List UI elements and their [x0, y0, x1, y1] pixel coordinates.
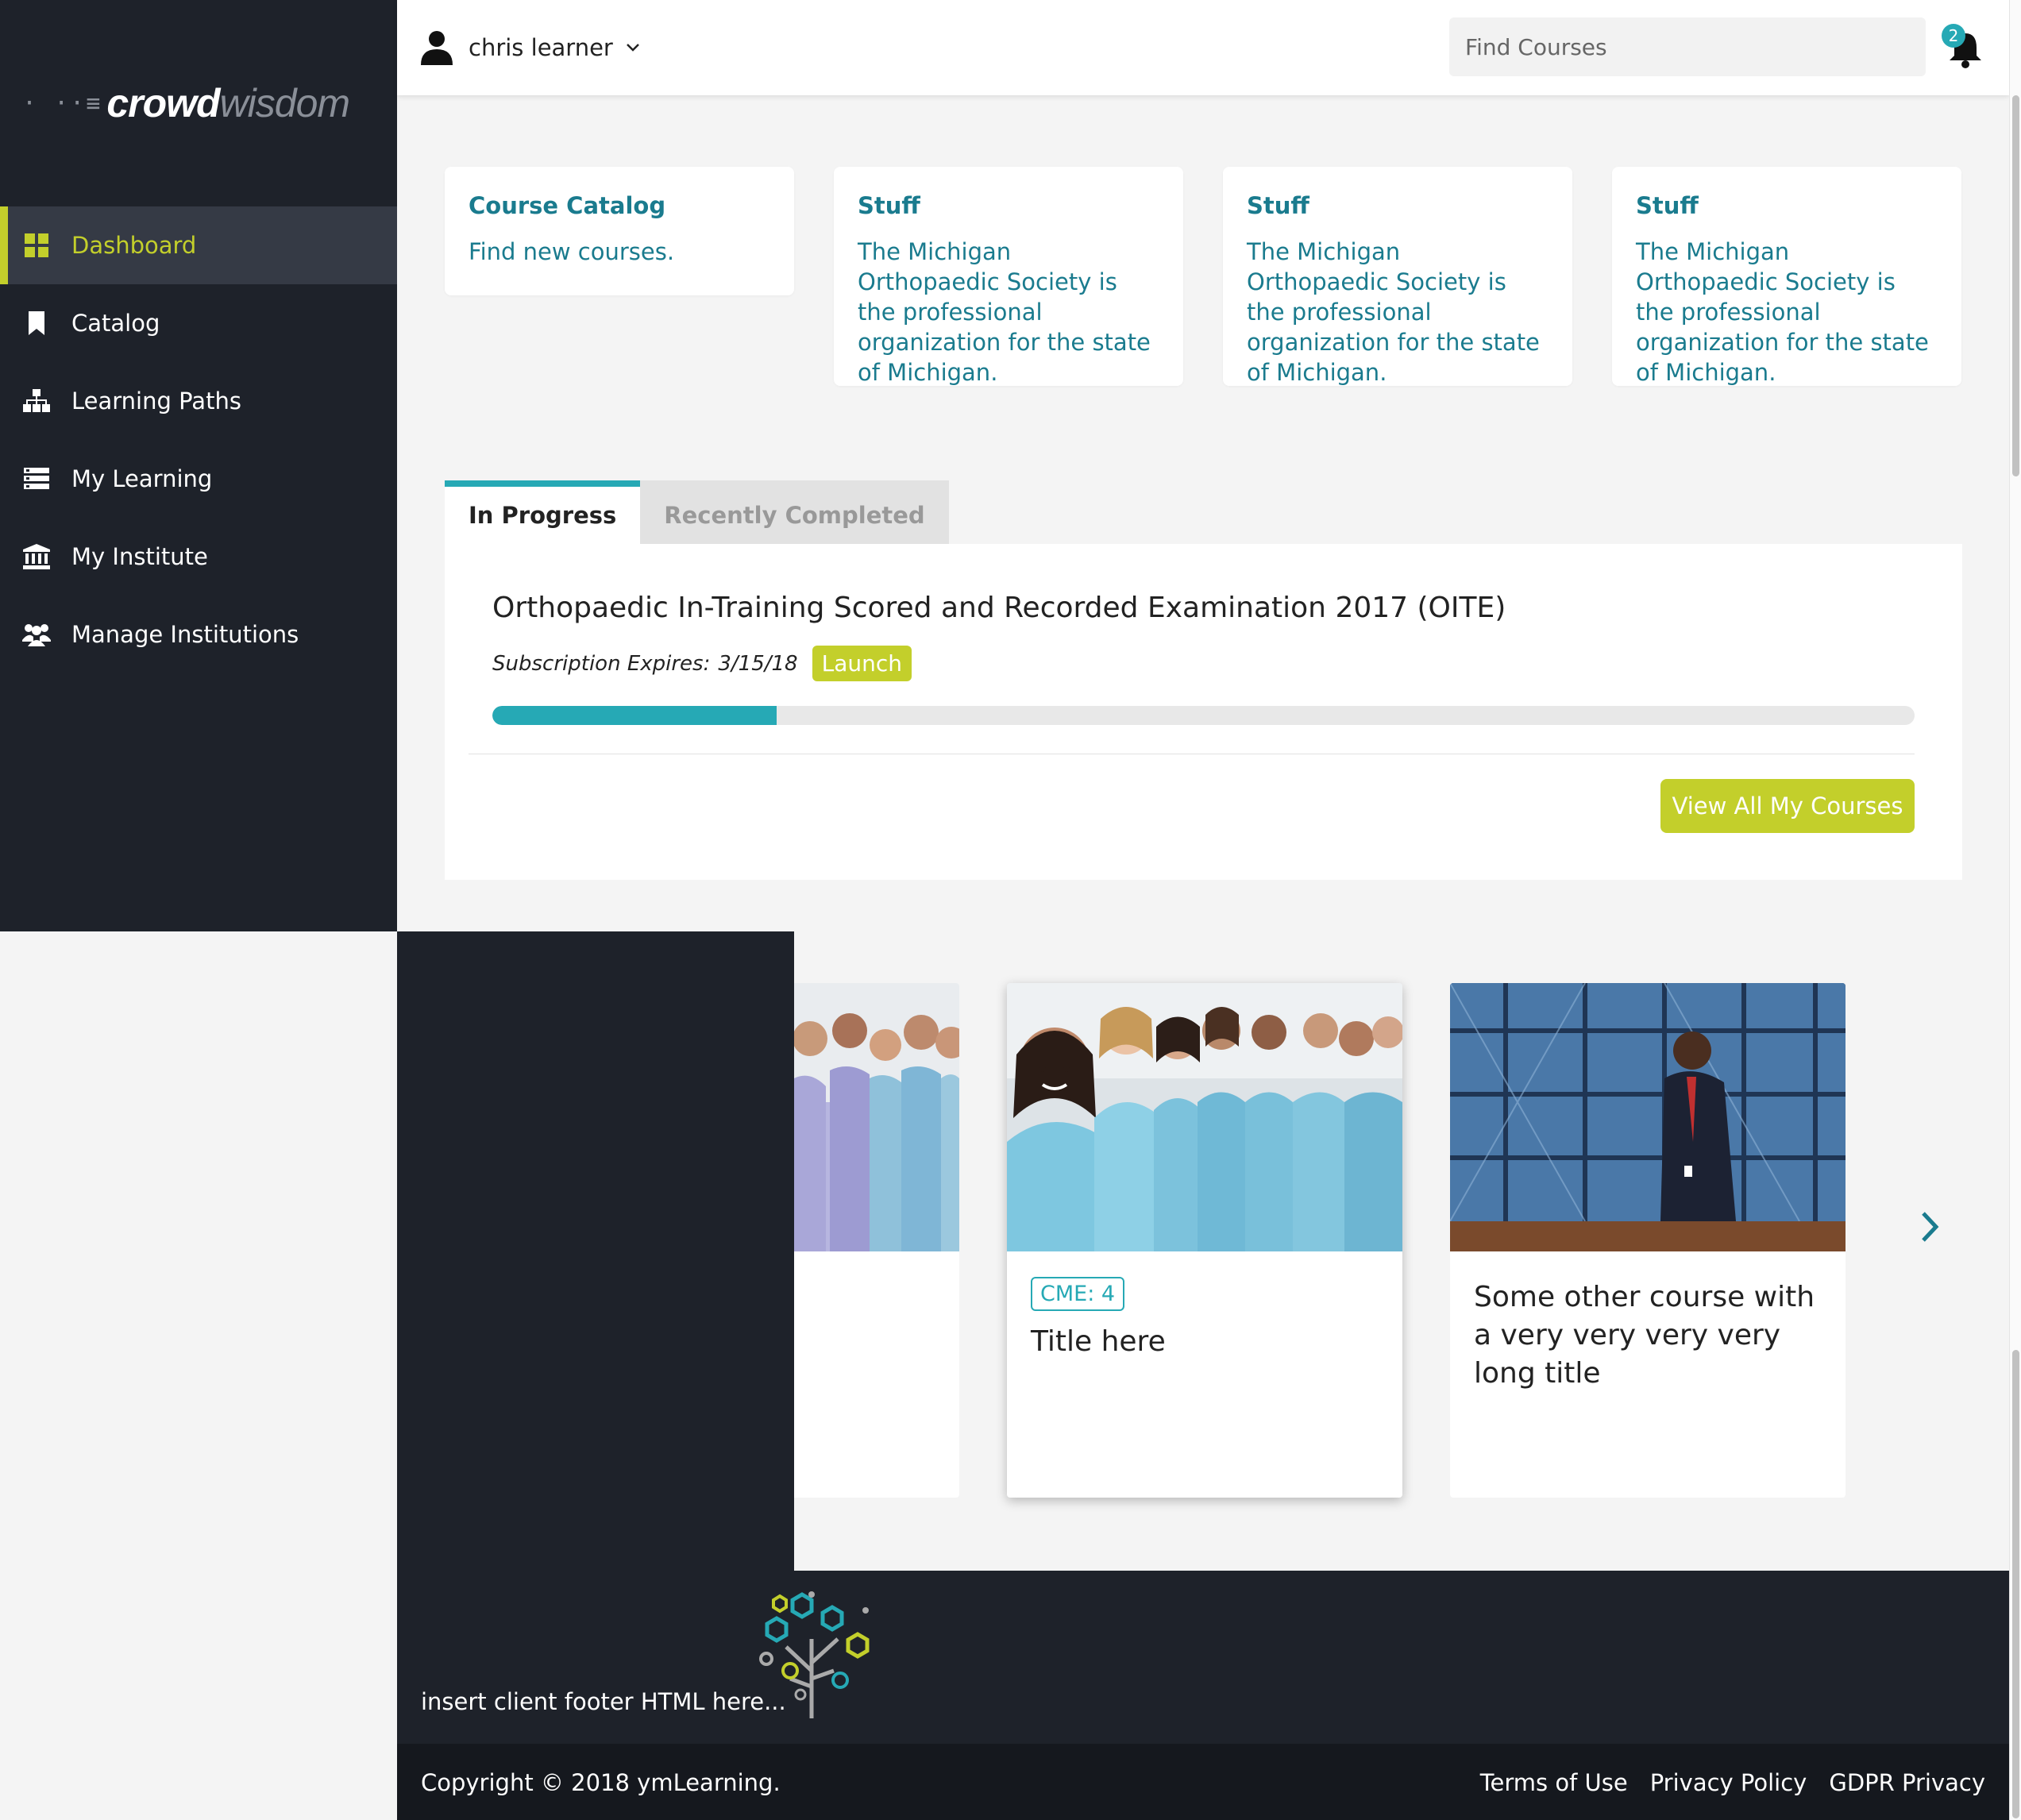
info-card-title: Course Catalog [469, 192, 666, 219]
top-header: chris learner 2 [397, 0, 2009, 95]
footer-links: Terms of Use Privacy Policy GDPR Privacy [1480, 1769, 1985, 1796]
bookmark-icon [22, 309, 51, 337]
crowdwisdom-logo[interactable]: · ··≡ crowd wisdom [22, 79, 350, 127]
course-card[interactable]: CME: 4 Title here [1007, 983, 1402, 1498]
sidebar-item-learning-paths[interactable]: Learning Paths [0, 362, 397, 440]
list-icon [22, 465, 51, 493]
view-all-courses-button[interactable]: View All My Courses [1660, 779, 1915, 833]
course-image-businessman [1450, 983, 1846, 1251]
page-scrollbar[interactable] [2009, 0, 2021, 1820]
subscription-label: Subscription Expires: [492, 651, 711, 676]
sidebar-item-label: My Institute [71, 543, 208, 570]
course-card[interactable]: Some other course with a very very very … [1450, 983, 1846, 1498]
logo-text-crowd: crowd [106, 81, 220, 125]
subscription-date: 3/15/18 [718, 651, 798, 676]
users-icon [22, 620, 51, 649]
sidebar-item-label: Learning Paths [71, 388, 241, 415]
info-card-stuff[interactable]: Stuff The Michigan Orthopaedic Society i… [1223, 167, 1572, 386]
sidebar-item-manage-institutions[interactable]: Manage Institutions [0, 596, 397, 673]
in-progress-panel: Orthopaedic In-Training Scored and Recor… [445, 544, 1962, 880]
username: chris learner [469, 34, 613, 61]
course-progress-fill [492, 706, 777, 725]
notification-count-badge: 2 [1942, 24, 1965, 48]
logo-text-wisdom: wisdom [219, 81, 350, 125]
client-footer-text: insert client footer HTML here... [421, 1688, 786, 1715]
sidebar-item-my-learning[interactable]: My Learning [0, 440, 397, 518]
chevron-right-icon [1922, 1212, 1939, 1242]
info-card-text: Find new courses. [469, 238, 675, 265]
tab-recently-completed[interactable]: Recently Completed [640, 480, 949, 544]
sidebar: · ··≡ crowd wisdom Dashboard Catalog Lea… [0, 0, 397, 931]
info-card-text: The Michigan Orthopaedic Society is the … [1247, 238, 1540, 386]
scrollbar-thumb[interactable] [2012, 95, 2019, 476]
sidebar-nav: Dashboard Catalog Learning Paths My Lear… [0, 206, 397, 673]
cme-credit-badge: CME: 4 [1031, 1277, 1125, 1311]
carousel-overlay-block [397, 931, 794, 1571]
course-card-partial[interactable] [794, 983, 959, 1498]
user-icon [421, 31, 453, 65]
info-card-text: The Michigan Orthopaedic Society is the … [1636, 238, 1929, 386]
info-card-title: Stuff [858, 192, 920, 219]
course-card-title: Some other course with a very very very … [1474, 1281, 1815, 1390]
scrollbar-thumb-secondary[interactable] [2012, 1350, 2019, 1818]
course-image-healthcare-team [794, 983, 959, 1251]
gdpr-privacy-link[interactable]: GDPR Privacy [1829, 1769, 1985, 1796]
terms-of-use-link[interactable]: Terms of Use [1480, 1769, 1628, 1796]
tab-in-progress[interactable]: In Progress [445, 480, 641, 544]
sidebar-item-dashboard[interactable]: Dashboard [0, 206, 397, 284]
info-card-stuff[interactable]: Stuff The Michigan Orthopaedic Society i… [1612, 167, 1961, 386]
sidebar-item-label: Manage Institutions [71, 621, 299, 648]
sidebar-item-catalog[interactable]: Catalog [0, 284, 397, 362]
sidebar-item-label: Catalog [71, 310, 160, 337]
carousel-next-button[interactable] [1914, 1207, 1946, 1247]
info-card-text: The Michigan Orthopaedic Society is the … [858, 238, 1151, 386]
sitemap-icon [22, 387, 51, 415]
logo-dots: · ··≡ [22, 89, 102, 118]
info-card-title: Stuff [1636, 192, 1699, 219]
site-footer: Copyright © 2018 ymLearning. Terms of Us… [397, 1744, 2009, 1820]
client-footer: insert client footer HTML here... [397, 1571, 2009, 1744]
chevron-down-icon [626, 44, 639, 52]
course-progress-bar [492, 706, 1915, 725]
course-title: Orthopaedic In-Training Scored and Recor… [492, 592, 1506, 624]
privacy-policy-link[interactable]: Privacy Policy [1650, 1769, 1807, 1796]
sidebar-item-label: My Learning [71, 465, 213, 492]
sidebar-item-label: Dashboard [71, 232, 197, 259]
copyright-text: Copyright © 2018 ymLearning. [421, 1769, 781, 1796]
dashboard-grid-icon [22, 231, 51, 260]
user-menu[interactable]: chris learner [421, 30, 640, 65]
course-image-nurses [1007, 983, 1402, 1251]
info-card-stuff[interactable]: Stuff The Michigan Orthopaedic Society i… [834, 167, 1183, 386]
subscription-row: Subscription Expires: 3/15/18 Launch [492, 646, 912, 681]
launch-button[interactable]: Launch [812, 646, 912, 681]
find-courses-input[interactable] [1449, 17, 1926, 76]
course-status-tabs: In Progress Recently Completed [445, 480, 949, 544]
institution-icon [22, 542, 51, 571]
sidebar-item-my-institute[interactable]: My Institute [0, 518, 397, 596]
info-card-title: Stuff [1247, 192, 1309, 219]
notifications-button[interactable]: 2 [1942, 24, 1989, 71]
course-card-title: Title here [1031, 1325, 1166, 1358]
info-card-course-catalog[interactable]: Course Catalog Find new courses. [445, 167, 794, 295]
